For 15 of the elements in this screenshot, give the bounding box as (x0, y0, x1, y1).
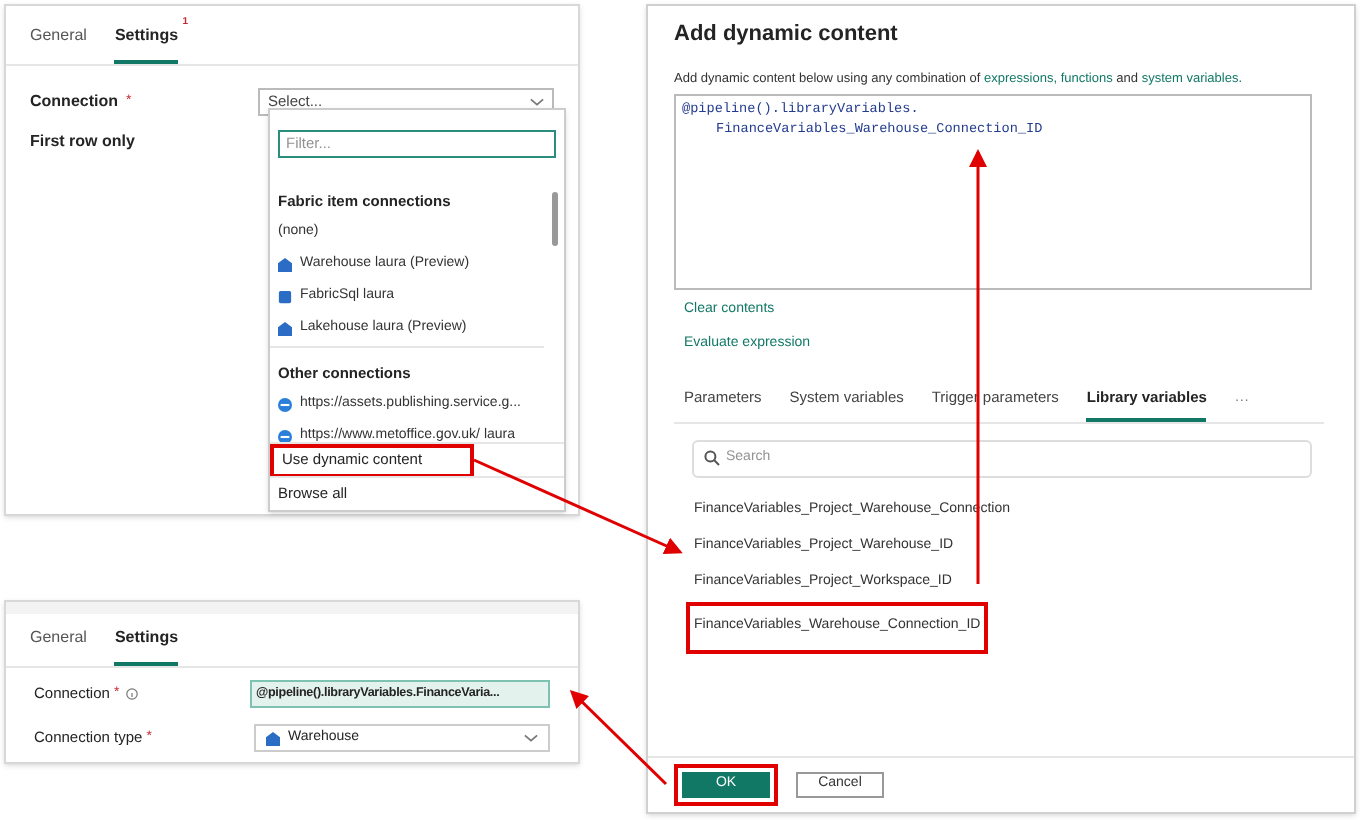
tab[interactable]: General (30, 12, 87, 64)
warehouse-icon (278, 321, 292, 335)
search-icon (704, 450, 720, 466)
tab[interactable]: General (30, 614, 87, 666)
field-label: First row only (30, 130, 135, 154)
tab[interactable]: Settings (114, 614, 179, 666)
warehouse-icon (266, 731, 280, 745)
chevron-down-icon (530, 98, 544, 106)
chevron-down-icon (524, 734, 538, 742)
field-label: Connection (30, 90, 118, 114)
scrollbar-thumb[interactable] (552, 192, 558, 246)
annotation-arrow (569, 689, 668, 786)
warehouse-icon (278, 257, 292, 271)
dialog-title: Add dynamic content (674, 20, 900, 50)
database-icon (278, 289, 292, 303)
